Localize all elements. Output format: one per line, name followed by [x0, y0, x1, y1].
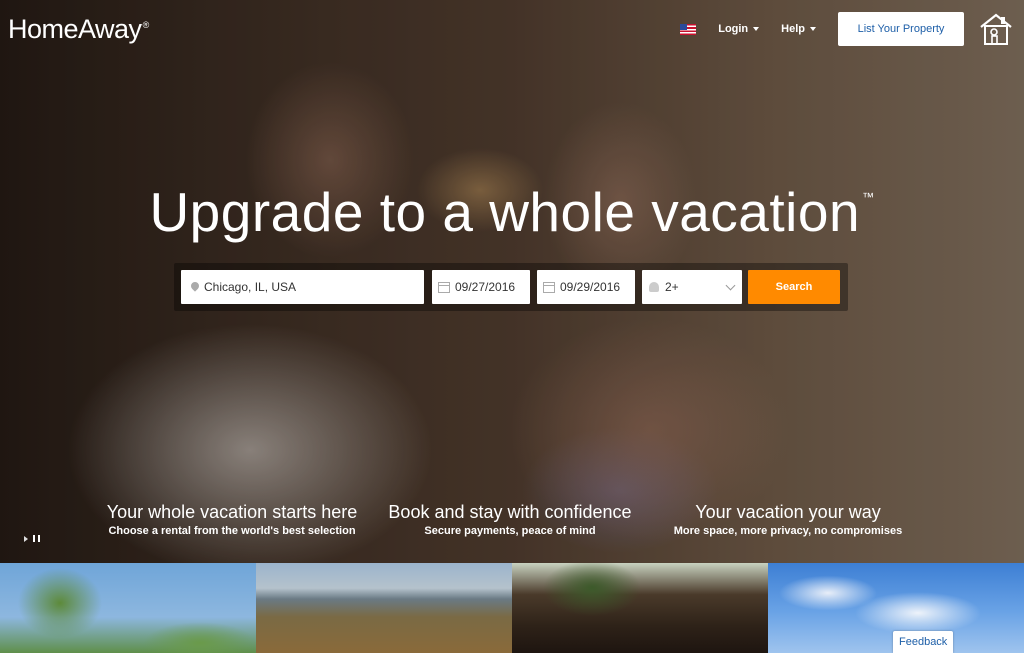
homeaway-logo[interactable]: HomeAway® [8, 14, 149, 45]
feature-subtitle: Secure payments, peace of mind [424, 525, 596, 537]
check-out-date[interactable]: 09/29/2016 [537, 270, 635, 304]
feature-subtitle: Choose a rental from the world's best se… [108, 525, 356, 537]
login-menu[interactable]: Login [718, 23, 760, 35]
guests-select[interactable]: 2+ [642, 270, 742, 304]
chevron-down-icon [725, 280, 736, 291]
destination-thumbnails [0, 563, 1024, 653]
search-bar: Chicago, IL, USA 09/27/2016 09/29/2016 2… [174, 263, 848, 311]
help-label: Help [781, 23, 805, 35]
list-your-property-button[interactable]: List Your Property [838, 12, 964, 46]
feature-item: Your vacation your way More space, more … [638, 502, 938, 537]
map-pin-icon [189, 280, 201, 292]
calendar-icon [438, 281, 450, 293]
check-in-date[interactable]: 09/27/2016 [432, 270, 530, 304]
feature-title: Book and stay with confidence [388, 502, 632, 522]
guests-icon [649, 282, 659, 292]
feature-title: Your vacation your way [695, 502, 881, 522]
top-nav: Login Help List Your Property [680, 11, 1014, 47]
feature-title: Your whole vacation starts here [106, 502, 358, 522]
destination-tile[interactable] [256, 563, 512, 653]
hero-headline: Upgrade to a whole vacation ™ [149, 181, 875, 243]
play-pause-icon[interactable] [24, 535, 41, 542]
help-menu[interactable]: Help [781, 23, 816, 35]
login-label: Login [718, 23, 749, 35]
us-flag-icon[interactable] [680, 23, 697, 35]
caret-down-icon [753, 27, 760, 31]
search-button[interactable]: Search [748, 270, 840, 304]
destination-tile[interactable] [512, 563, 768, 653]
feature-item: Your whole vacation starts here Choose a… [82, 502, 382, 537]
location-input[interactable]: Chicago, IL, USA [181, 270, 424, 304]
house-icon[interactable] [978, 11, 1014, 47]
feedback-button[interactable]: Feedback [893, 631, 953, 653]
destination-tile[interactable] [0, 563, 256, 653]
calendar-icon [543, 281, 555, 293]
caret-down-icon [810, 27, 816, 31]
feature-item: Book and stay with confidence Secure pay… [360, 502, 660, 537]
feature-subtitle: More space, more privacy, no compromises [673, 525, 903, 537]
